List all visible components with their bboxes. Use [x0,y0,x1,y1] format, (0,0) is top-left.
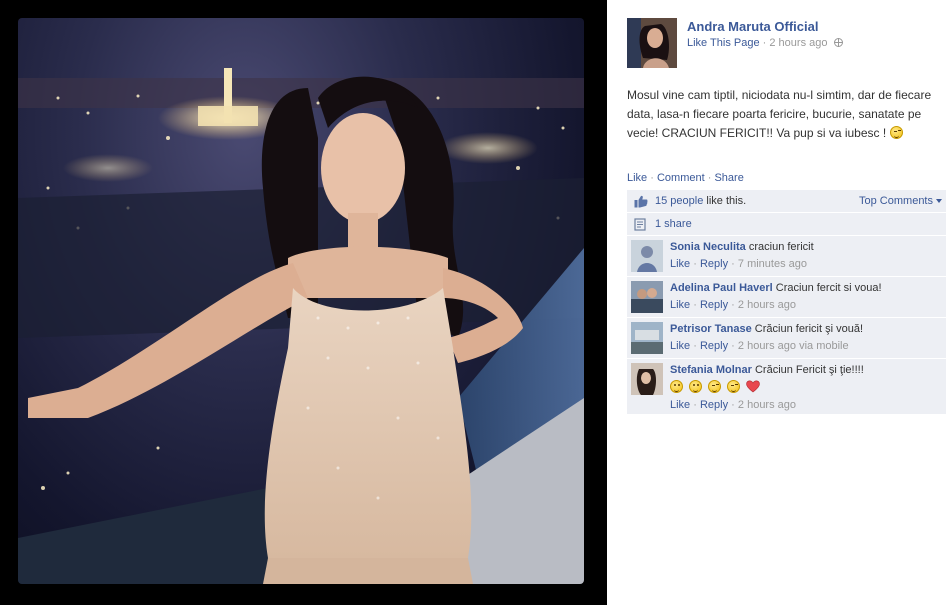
comment-item: Petrisor Tanase Crăciun fericit şi vouă!… [627,318,946,359]
comment-time[interactable]: 2 hours ago [738,299,796,311]
meta-separator: · [731,299,735,311]
post-meta: Like This Page · 2 hours ago [687,37,843,49]
avatar-image [631,240,663,272]
post-timestamp[interactable]: 2 hours ago [769,37,827,49]
commenter-avatar[interactable] [631,363,663,395]
likes-summary: 15 people like this. [655,195,746,207]
post-photo[interactable] [18,18,584,584]
photo-illustration [18,68,584,584]
likes-count-link[interactable]: 15 people [655,195,703,207]
comment-text: Crăciun fericit şi vouă! [754,323,864,335]
comment-like-link[interactable]: Like [670,340,690,352]
smiley-icon [670,380,683,393]
comment-like-link[interactable]: Like [670,399,690,411]
comment-item: Sonia Neculita craciun fericit Like · Re… [627,236,946,277]
like-page-link[interactable]: Like This Page [687,37,760,49]
comment-time[interactable]: 7 minutes ago [738,258,807,270]
meta-separator: · [762,37,767,49]
emoticon-row [670,380,942,395]
meta-separator: · [693,299,697,311]
thumbs-up-icon [634,195,648,208]
action-separator: · [650,172,654,184]
commenter-name[interactable]: Sonia Neculita [670,241,746,253]
smiley-icon [889,126,903,139]
page-avatar[interactable] [627,18,677,68]
likes-suffix: like this. [706,195,747,207]
comment-reply-link[interactable]: Reply [700,340,728,352]
commenter-name[interactable]: Petrisor Tanase [670,323,752,335]
meta-separator: · [693,258,697,270]
comment-text: craciun fericit [748,241,814,253]
comment-meta: Like · Reply · 7 minutes ago [670,257,942,271]
post-sidebar: Andra Maruta Official Like This Page · 2… [607,0,946,605]
likes-row: 15 people like this. Top Comments [627,190,946,213]
comment-meta: Like · Reply · 2 hours ago via mobile [670,339,942,353]
avatar-illustration [627,18,677,68]
meta-separator: · [731,340,735,352]
post-message: Mosul vine cam tiptil, niciodata nu-l si… [627,86,938,143]
commenter-name[interactable]: Adelina Paul Haverl [670,282,773,294]
comment-item: Adelina Paul Haverl Craciun fercit si vo… [627,277,946,318]
shares-link[interactable]: 1 share [655,218,692,230]
smiley-icon [689,380,703,393]
comment-body: Stefania Molnar Crăciun Fericit şi ţie!!… [670,363,942,412]
photo-stage [0,0,607,605]
meta-separator: · [731,258,735,270]
comment-like-link[interactable]: Like [670,299,690,311]
comment-reply-link[interactable]: Reply [700,399,728,411]
action-separator: · [707,172,712,184]
comment-text: Crăciun Fericit şi ţie!!!! [754,364,864,376]
meta-separator: · [693,340,697,352]
heart-icon [746,380,761,393]
chevron-down-icon [936,199,942,203]
post-message-text: Mosul vine cam tiptil, niciodata nu-l si… [627,88,932,140]
shares-row: 1 share [627,213,946,236]
post-actions: Like · Comment · Share [627,172,744,184]
comment-body: Adelina Paul Haverl Craciun fercit si vo… [670,281,942,312]
comment-reply-link[interactable]: Reply [700,258,728,270]
page-name[interactable]: Andra Maruta Official [687,19,818,34]
commenter-name[interactable]: Stefania Molnar [670,364,752,376]
meta-separator: · [731,399,735,411]
comment-via: via mobile [799,340,849,352]
share-action[interactable]: Share [714,172,743,184]
avatar-image [631,322,663,354]
post-header: Andra Maruta Official Like This Page · 2… [627,18,946,70]
comment-item: Stefania Molnar Crăciun Fericit şi ţie!!… [627,359,946,415]
commenter-avatar[interactable] [631,240,663,272]
meta-separator: · [693,399,697,411]
comment-body: Petrisor Tanase Crăciun fericit şi vouă!… [670,322,942,353]
smiley-icon [727,380,741,393]
globe-icon [833,38,843,47]
comment-sort-label: Top Comments [859,195,933,207]
comment-sort-dropdown[interactable]: Top Comments [859,195,942,207]
avatar-image [631,281,663,313]
comment-meta: Like · Reply · 2 hours ago [670,298,942,312]
comment-action[interactable]: Comment [657,172,705,184]
commenter-avatar[interactable] [631,281,663,313]
comment-like-link[interactable]: Like [670,258,690,270]
share-icon [634,218,646,231]
avatar-image [631,363,663,395]
comment-time[interactable]: 2 hours ago [738,340,796,352]
comment-body: Sonia Neculita craciun fericit Like · Re… [670,240,942,271]
comment-reply-link[interactable]: Reply [700,299,728,311]
comment-time[interactable]: 2 hours ago [738,399,796,411]
feedback-box: 15 people like this. Top Comments 1 shar… [627,190,946,415]
smiley-icon [708,380,722,393]
comment-text: Craciun fercit si voua! [775,282,882,294]
commenter-avatar[interactable] [631,322,663,354]
comment-meta: Like · Reply · 2 hours ago [670,398,942,412]
like-action[interactable]: Like [627,172,647,184]
